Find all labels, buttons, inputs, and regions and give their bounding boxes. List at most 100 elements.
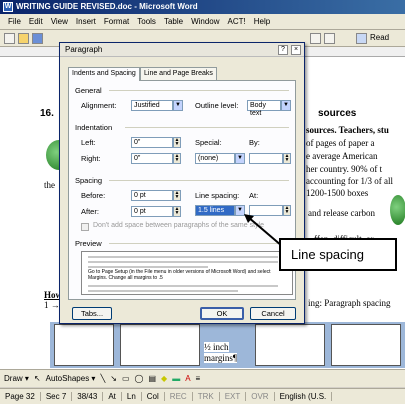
paragraph-dialog: Paragraph ? × Indents and Spacing Line a… xyxy=(59,42,305,324)
by-spinner[interactable]: ▲ ▼ xyxy=(283,153,291,164)
zoom-icon[interactable] xyxy=(324,33,335,44)
chevron-down-icon[interactable]: ▼ xyxy=(235,205,245,216)
after-spinner[interactable]: ▲ ▼ xyxy=(173,206,181,217)
tab-line-and-page-breaks[interactable]: Line and Page Breaks xyxy=(140,67,217,80)
menu-window[interactable]: Window xyxy=(187,17,223,26)
menu-table[interactable]: Table xyxy=(160,17,187,26)
status-ovr[interactable]: OVR xyxy=(246,392,275,401)
before-label: Before: xyxy=(81,191,106,200)
divider xyxy=(109,243,289,244)
window-titlebar: W WRITING GUIDE REVISED.doc - Microsoft … xyxy=(0,0,405,14)
status-page: Page 32 xyxy=(0,392,41,401)
status-rec[interactable]: REC xyxy=(165,392,193,401)
chevron-down-icon[interactable]: ▼ xyxy=(235,153,245,164)
open-folder-icon[interactable] xyxy=(18,33,29,44)
before-spinner[interactable]: ▲ ▼ xyxy=(173,190,181,201)
right-indent-field[interactable]: 0" xyxy=(131,153,173,164)
at-field[interactable] xyxy=(249,205,283,216)
preview-line xyxy=(88,266,208,268)
ok-button[interactable]: OK xyxy=(200,307,244,320)
rectangle-tool-icon[interactable]: ▭ xyxy=(122,374,130,383)
alignment-label: Alignment: xyxy=(81,101,117,110)
dont-add-space-checkbox[interactable] xyxy=(81,223,89,231)
left-indent-label: Left: xyxy=(81,138,96,147)
right-indent-spinner[interactable]: ▲ ▼ xyxy=(173,153,181,164)
menu-insert[interactable]: Insert xyxy=(72,17,100,26)
dialog-titlebar: Paragraph ? × xyxy=(60,43,304,57)
line-spacing-label: Line spacing: xyxy=(195,191,240,200)
show-formatting-icon[interactable] xyxy=(310,33,321,44)
outline-level-label: Outline level: xyxy=(195,101,239,110)
draw-menu-button[interactable]: Draw ▾ xyxy=(4,374,29,383)
save-icon[interactable] xyxy=(32,33,43,44)
dialog-title: Paragraph xyxy=(65,45,103,54)
oval-tool-icon[interactable]: ◯ xyxy=(135,374,144,383)
autoshapes-button[interactable]: AutoShapes ▾ xyxy=(46,374,96,383)
dont-add-space-label: Don't add space between paragraphs of th… xyxy=(93,222,264,229)
line-tool-icon[interactable]: ╲ xyxy=(100,374,105,383)
fill-color-icon[interactable]: ◆ xyxy=(161,374,167,383)
menu-edit[interactable]: Edit xyxy=(25,17,47,26)
after-field[interactable]: 0 pt xyxy=(131,206,173,217)
close-button[interactable]: × xyxy=(291,45,301,55)
special-select[interactable]: (none) xyxy=(195,153,235,164)
select-pointer-icon[interactable]: ↖ xyxy=(34,374,41,383)
chevron-down-icon[interactable]: ▼ xyxy=(281,100,291,111)
at-spinner[interactable]: ▲ ▼ xyxy=(283,205,291,216)
line-spacing-select[interactable]: 1.5 lines xyxy=(195,205,235,216)
thumbnail-image xyxy=(120,324,200,366)
by-label: By: xyxy=(249,138,260,147)
status-col: Col xyxy=(142,392,165,401)
after-label: After: xyxy=(81,207,99,216)
help-button[interactable]: ? xyxy=(278,45,288,55)
tabs-button[interactable]: Tabs... xyxy=(72,307,112,320)
read-button[interactable]: Read xyxy=(370,33,389,42)
cancel-button[interactable]: Cancel xyxy=(250,307,296,320)
doc-line: of pages of paper a xyxy=(306,138,375,148)
tab-indents-and-spacing[interactable]: Indents and Spacing xyxy=(68,67,140,81)
doc-line: e average American xyxy=(306,151,378,161)
menu-act[interactable]: ACT! xyxy=(224,17,250,26)
doc-heading-number: 16. xyxy=(40,108,54,119)
status-at: At xyxy=(103,392,122,401)
doc-line: 1200-1500 boxes xyxy=(306,188,369,198)
menu-file[interactable]: File xyxy=(4,17,25,26)
right-indent-label: Right: xyxy=(81,154,101,163)
line-style-icon[interactable]: ≡ xyxy=(196,374,201,383)
menu-help[interactable]: Help xyxy=(250,17,274,26)
status-language: English (U.S. xyxy=(275,392,333,401)
before-field[interactable]: 0 pt xyxy=(131,190,173,201)
textbox-tool-icon[interactable]: ▤ xyxy=(148,374,156,383)
arrow-tool-icon[interactable]: ↘ xyxy=(110,374,117,383)
font-color-icon[interactable]: A xyxy=(185,374,190,383)
menu-view[interactable]: View xyxy=(47,17,72,26)
doc-line: her country. 90% of t xyxy=(306,164,383,174)
line-spacing-callout: Line spacing xyxy=(279,238,397,271)
status-ext[interactable]: EXT xyxy=(220,392,247,401)
read-icon[interactable] xyxy=(356,33,367,44)
new-document-icon[interactable] xyxy=(4,33,15,44)
globe-graphic-icon xyxy=(390,195,405,225)
menu-format[interactable]: Format xyxy=(100,17,133,26)
preview-line xyxy=(88,290,238,292)
drawing-toolbar: Draw ▾ ↖ AutoShapes ▾ ╲ ↘ ▭ ◯ ▤ ◆ ▬ A ≡ xyxy=(0,369,405,387)
menu-tools[interactable]: Tools xyxy=(133,17,160,26)
word-app-icon: W xyxy=(3,2,13,12)
window-title: WRITING GUIDE REVISED.doc - Microsoft Wo… xyxy=(16,2,198,11)
outline-level-select[interactable]: Body text xyxy=(247,100,281,117)
chevron-down-icon[interactable]: ▼ xyxy=(173,100,183,111)
spacing-heading: Spacing xyxy=(75,176,103,185)
alignment-select[interactable]: Justified xyxy=(131,100,173,111)
at-label: At: xyxy=(249,191,259,200)
preview-box: Go to Page Setup (in the File menu in ol… xyxy=(81,251,293,295)
status-trk[interactable]: TRK xyxy=(193,392,220,401)
status-bar: Page 32 Sec 7 38/43 At Ln Col REC TRK EX… xyxy=(0,388,405,404)
preview-line xyxy=(88,256,278,258)
by-field[interactable] xyxy=(249,153,283,164)
line-color-icon[interactable]: ▬ xyxy=(172,374,180,383)
left-indent-spinner[interactable]: ▲ ▼ xyxy=(173,137,181,148)
preview-line xyxy=(88,261,278,263)
left-indent-field[interactable]: 0" xyxy=(131,137,173,148)
doc-line: 1 → xyxy=(44,300,60,310)
preview-heading: Preview xyxy=(75,239,102,248)
